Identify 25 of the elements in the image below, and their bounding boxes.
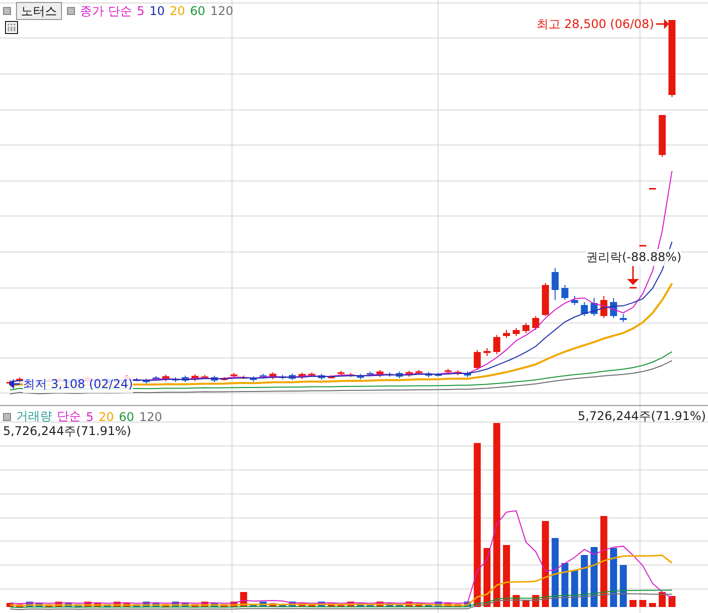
volume-title: 거래량 — [16, 408, 52, 425]
ma-period-label: 120 — [139, 410, 162, 424]
square-icon — [67, 7, 75, 15]
arrow-icon — [656, 19, 669, 29]
volume-value-label: 5,726,244주(71.91%) — [3, 423, 132, 440]
square-icon — [3, 7, 11, 15]
volume-value-label: 5,726,244주(71.91%) — [578, 408, 706, 425]
ma-period-label: 20 — [98, 410, 114, 424]
ex-rights-label: 권리락(-88.88%) — [586, 249, 682, 266]
ma-period-label: 5 — [86, 410, 94, 424]
arrow-icon — [9, 379, 20, 389]
table-icon[interactable] — [5, 21, 18, 34]
ma-period-label: 20 — [170, 4, 186, 18]
square-icon — [3, 412, 11, 420]
ma-type-label: 종가 단순 — [80, 2, 132, 20]
ma-period-label: 120 — [210, 4, 234, 18]
ma-period-label: 60 — [190, 4, 206, 18]
high-price-label: 최고 28,500 (06/08) — [536, 16, 654, 33]
low-price-label: 최저 3,108 (02/24) — [23, 376, 133, 393]
ma-period-label: 60 — [118, 410, 134, 424]
stock-name-button[interactable]: 노터스 — [16, 2, 62, 20]
ma-period-label: 10 — [149, 4, 165, 18]
arrow-icon — [627, 266, 639, 285]
ma-type-label: 단순 — [57, 408, 81, 425]
ma-period-label: 5 — [136, 4, 144, 18]
